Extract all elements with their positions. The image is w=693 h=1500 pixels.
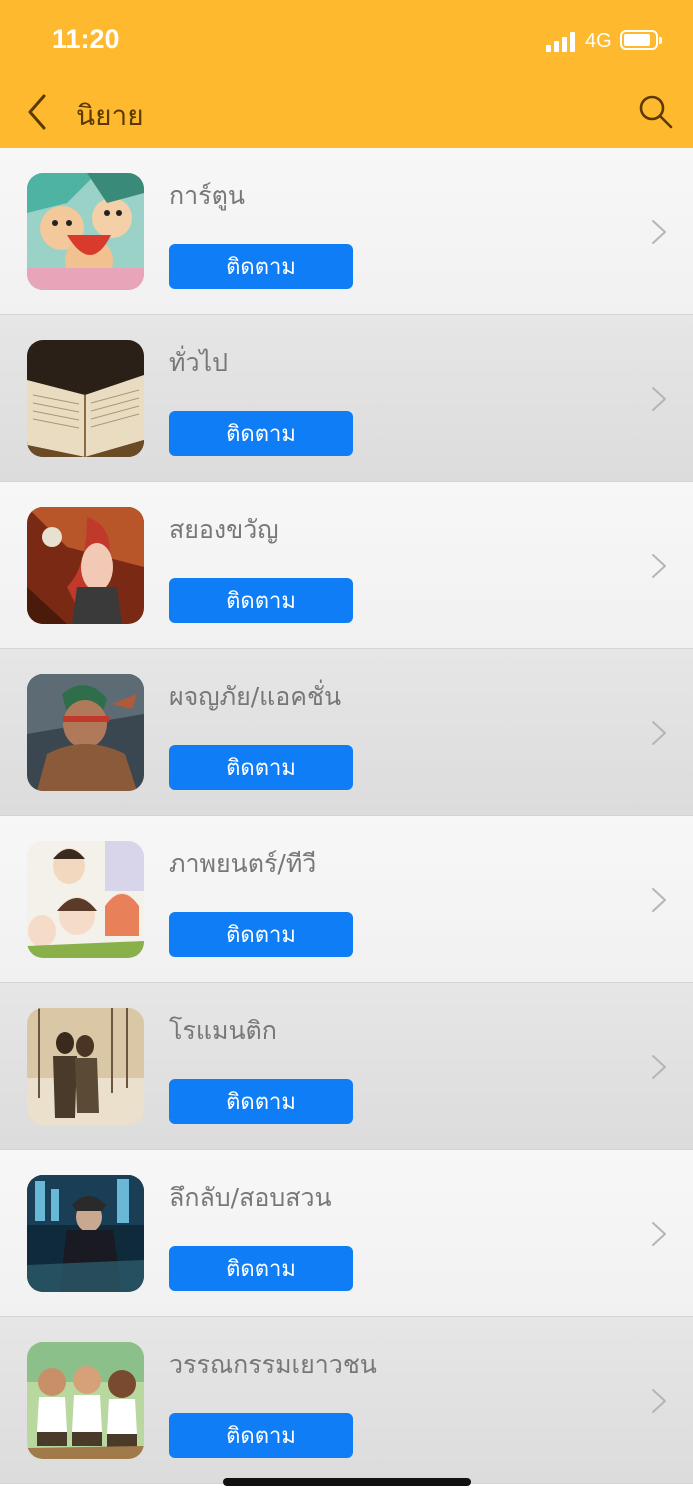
- status-time: 11:20: [52, 24, 120, 54]
- follow-button[interactable]: ติดตาม: [169, 578, 353, 623]
- category-row-romance[interactable]: โรแมนติก ติดตาม: [0, 983, 693, 1150]
- category-title: การ์ตูน: [169, 181, 245, 210]
- category-row-horror[interactable]: สยองขวัญ ติดตาม: [0, 482, 693, 649]
- follow-button[interactable]: ติดตาม: [169, 411, 353, 456]
- chevron-right-icon: [652, 1055, 666, 1079]
- chevron-right-icon: [652, 721, 666, 745]
- chevron-right-icon: [652, 387, 666, 411]
- chevron-right-icon: [652, 554, 666, 578]
- battery-icon: [620, 30, 662, 50]
- youth-image: [27, 1342, 144, 1459]
- category-title: สยองขวัญ: [169, 515, 279, 544]
- back-button[interactable]: [22, 92, 58, 132]
- action-image: [27, 674, 144, 791]
- category-row-cartoon[interactable]: การ์ตูน ติดตาม: [0, 148, 693, 315]
- search-icon: [639, 95, 673, 129]
- category-title: ภาพยนตร์/ทีวี: [169, 849, 317, 878]
- chevron-right-icon: [652, 1389, 666, 1413]
- book-image: [27, 340, 144, 457]
- category-row-movie[interactable]: ภาพยนตร์/ทีวี ติดตาม: [0, 816, 693, 983]
- category-title: ลึกลับ/สอบสวน: [169, 1183, 332, 1212]
- chevron-left-icon: [28, 94, 46, 130]
- follow-button[interactable]: ติดตาม: [169, 912, 353, 957]
- follow-button[interactable]: ติดตาม: [169, 244, 353, 289]
- follow-button[interactable]: ติดตาม: [169, 745, 353, 790]
- category-row-general[interactable]: ทั่วไป ติดตาม: [0, 315, 693, 482]
- movie-image: [27, 841, 144, 958]
- romance-image: [27, 1008, 144, 1125]
- category-row-youth[interactable]: วรรณกรรมเยาวชน ติดตาม: [0, 1317, 693, 1484]
- horror-image: [27, 507, 144, 624]
- cartoon-image: [27, 173, 144, 290]
- category-title: ทั่วไป: [169, 348, 228, 377]
- follow-button[interactable]: ติดตาม: [169, 1413, 353, 1458]
- category-list: การ์ตูน ติดตาม ทั่วไป ติดตาม สยองขวัญ ติ…: [0, 148, 693, 1484]
- mystery-image: [27, 1175, 144, 1292]
- category-row-action[interactable]: ผจญภัย/แอคชั่น ติดตาม: [0, 649, 693, 816]
- signal-icon: [546, 32, 578, 52]
- chevron-right-icon: [652, 1222, 666, 1246]
- page-title: นิยาย: [76, 99, 144, 132]
- category-row-mystery[interactable]: ลึกลับ/สอบสวน ติดตาม: [0, 1150, 693, 1317]
- search-button[interactable]: [636, 92, 676, 132]
- category-title: วรรณกรรมเยาวชน: [169, 1350, 377, 1379]
- chevron-right-icon: [652, 220, 666, 244]
- chevron-right-icon: [652, 888, 666, 912]
- home-indicator[interactable]: [223, 1478, 471, 1486]
- nav-header: 11:20 4G นิยาย: [0, 0, 693, 148]
- category-title: ผจญภัย/แอคชั่น: [169, 682, 342, 711]
- follow-button[interactable]: ติดตาม: [169, 1246, 353, 1291]
- follow-button[interactable]: ติดตาม: [169, 1079, 353, 1124]
- category-title: โรแมนติก: [169, 1016, 277, 1045]
- network-label: 4G: [585, 30, 612, 52]
